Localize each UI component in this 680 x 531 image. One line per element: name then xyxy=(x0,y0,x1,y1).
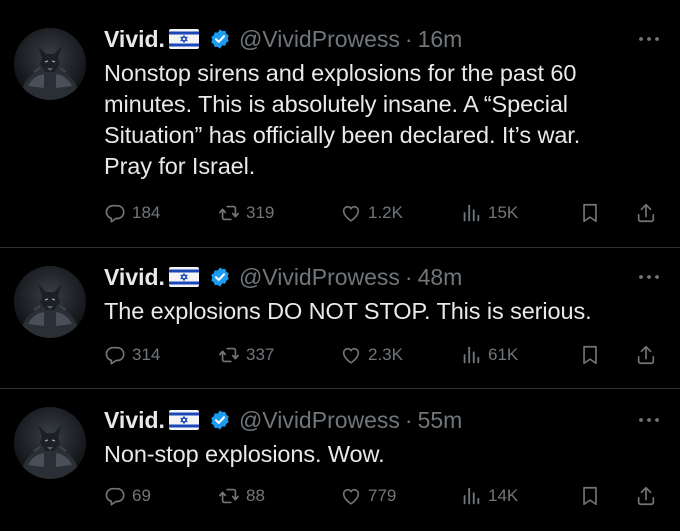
display-name[interactable]: Vivid. xyxy=(104,407,165,434)
action-bar: 184 319 1.2K 15K xyxy=(104,200,664,226)
like-button[interactable]: 779 xyxy=(340,483,396,509)
more-options-icon[interactable] xyxy=(638,272,660,282)
tweet[interactable]: Vivid. @VividProwess · 55m Non-stop expl… xyxy=(0,389,680,531)
views-button[interactable]: 14K xyxy=(460,483,518,509)
tweet-header: Vivid. @VividProwess · 55m xyxy=(104,405,462,435)
views-icon xyxy=(460,485,482,507)
reply-icon xyxy=(104,202,126,224)
share-button[interactable] xyxy=(635,342,657,368)
share-button[interactable] xyxy=(635,200,657,226)
more-options-icon[interactable] xyxy=(638,415,660,425)
reply-button[interactable]: 314 xyxy=(104,342,160,368)
verified-badge-icon[interactable] xyxy=(209,28,231,50)
tweet-text-line: minutes. This is absolutely insane. A “S… xyxy=(104,91,568,117)
separator-dot: · xyxy=(404,25,413,52)
tweet-text-line: Situation” has officially been declared.… xyxy=(104,122,581,148)
action-bar: 314 337 2.3K 61K xyxy=(104,342,664,368)
reply-button[interactable]: 184 xyxy=(104,200,160,226)
avatar-image xyxy=(14,266,86,338)
bookmark-button[interactable] xyxy=(579,200,601,226)
display-name[interactable]: Vivid. xyxy=(104,26,165,53)
retweet-icon xyxy=(218,344,240,366)
username-handle[interactable]: @VividProwess xyxy=(239,407,400,434)
avatar[interactable] xyxy=(14,407,86,479)
timestamp[interactable]: 55m xyxy=(418,407,463,434)
bookmark-button[interactable] xyxy=(579,342,601,368)
tweet[interactable]: Vivid. @VividProwess · 16m Nonstop siren… xyxy=(0,0,680,247)
view-count: 15K xyxy=(488,203,519,222)
tweet-text-line: Nonstop sirens and explosions for the pa… xyxy=(104,60,577,86)
like-count: 1.2K xyxy=(368,203,403,222)
retweet-icon xyxy=(218,485,240,507)
retweet-button[interactable]: 337 xyxy=(218,342,274,368)
avatar[interactable] xyxy=(14,28,86,100)
retweet-count: 337 xyxy=(246,345,275,364)
verified-badge-icon[interactable] xyxy=(209,266,231,288)
israel-flag-icon xyxy=(169,410,199,430)
display-name[interactable]: Vivid. xyxy=(104,264,165,291)
timestamp[interactable]: 48m xyxy=(418,264,463,291)
retweet-button[interactable]: 88 xyxy=(218,483,265,509)
share-button[interactable] xyxy=(635,483,657,509)
views-icon xyxy=(460,344,482,366)
tweet-text: Non-stop explosions. Wow. xyxy=(104,439,664,470)
bookmark-button[interactable] xyxy=(579,483,601,509)
views-icon xyxy=(460,202,482,224)
reply-count: 184 xyxy=(132,203,161,222)
tweet-text-line: Non-stop explosions. Wow. xyxy=(104,441,385,467)
heart-icon xyxy=(340,202,362,224)
reply-button[interactable]: 69 xyxy=(104,483,151,509)
views-button[interactable]: 61K xyxy=(460,342,518,368)
username-handle[interactable]: @VividProwess xyxy=(239,264,400,291)
action-bar: 69 88 779 14K xyxy=(104,483,664,509)
like-count: 779 xyxy=(368,486,397,505)
share-icon xyxy=(635,485,657,507)
bookmark-icon xyxy=(579,202,601,224)
reply-count: 314 xyxy=(132,345,161,364)
view-count: 61K xyxy=(488,345,519,364)
heart-icon xyxy=(340,344,362,366)
like-button[interactable]: 2.3K xyxy=(340,342,403,368)
username-handle[interactable]: @VividProwess xyxy=(239,26,400,53)
retweet-icon xyxy=(218,202,240,224)
separator-dot: · xyxy=(404,263,413,290)
israel-flag-icon xyxy=(169,267,199,287)
more-options-icon[interactable] xyxy=(638,34,660,44)
views-button[interactable]: 15K xyxy=(460,200,518,226)
tweet-text: Nonstop sirens and explosions for the pa… xyxy=(104,58,664,182)
retweet-count: 88 xyxy=(246,486,265,505)
tweet-text-line: Pray for Israel. xyxy=(104,153,256,179)
reply-count: 69 xyxy=(132,486,151,505)
view-count: 14K xyxy=(488,486,519,505)
heart-icon xyxy=(340,485,362,507)
tweet-header: Vivid. @VividProwess · 16m xyxy=(104,24,462,54)
timestamp[interactable]: 16m xyxy=(418,26,463,53)
avatar-image xyxy=(14,407,86,479)
verified-badge-icon[interactable] xyxy=(209,409,231,431)
bookmark-icon xyxy=(579,344,601,366)
tweet-header: Vivid. @VividProwess · 48m xyxy=(104,262,462,292)
share-icon xyxy=(635,344,657,366)
retweet-button[interactable]: 319 xyxy=(218,200,274,226)
like-count: 2.3K xyxy=(368,345,403,364)
reply-icon xyxy=(104,344,126,366)
separator-dot: · xyxy=(404,406,413,433)
retweet-count: 319 xyxy=(246,203,275,222)
avatar-image xyxy=(14,28,86,100)
israel-flag-icon xyxy=(169,29,199,49)
like-button[interactable]: 1.2K xyxy=(340,200,403,226)
share-icon xyxy=(635,202,657,224)
tweet[interactable]: Vivid. @VividProwess · 48m The explosion… xyxy=(0,248,680,388)
avatar[interactable] xyxy=(14,266,86,338)
bookmark-icon xyxy=(579,485,601,507)
tweet-text: The explosions DO NOT STOP. This is seri… xyxy=(104,296,664,327)
tweet-text-line: The explosions DO NOT STOP. This is seri… xyxy=(104,298,592,324)
reply-icon xyxy=(104,485,126,507)
